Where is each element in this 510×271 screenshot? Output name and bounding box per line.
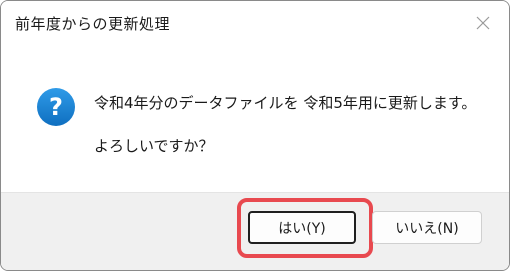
- dialog-content: ? 令和4年分のデータファイルを 令和5年用に更新します。 よろしいですか？: [1, 47, 509, 192]
- message-text: 令和4年分のデータファイルを 令和5年用に更新します。: [94, 94, 477, 112]
- dialog-title: 前年度からの更新処理: [15, 15, 171, 33]
- close-icon: [476, 16, 490, 30]
- question-icon: ?: [37, 88, 75, 126]
- yes-button[interactable]: はい(Y): [248, 211, 356, 244]
- no-button[interactable]: いいえ(N): [372, 211, 482, 244]
- close-button[interactable]: [465, 7, 501, 39]
- svg-text:?: ?: [49, 93, 63, 121]
- confirm-question: よろしいですか？: [94, 137, 214, 155]
- title-bar: 前年度からの更新処理: [1, 1, 509, 47]
